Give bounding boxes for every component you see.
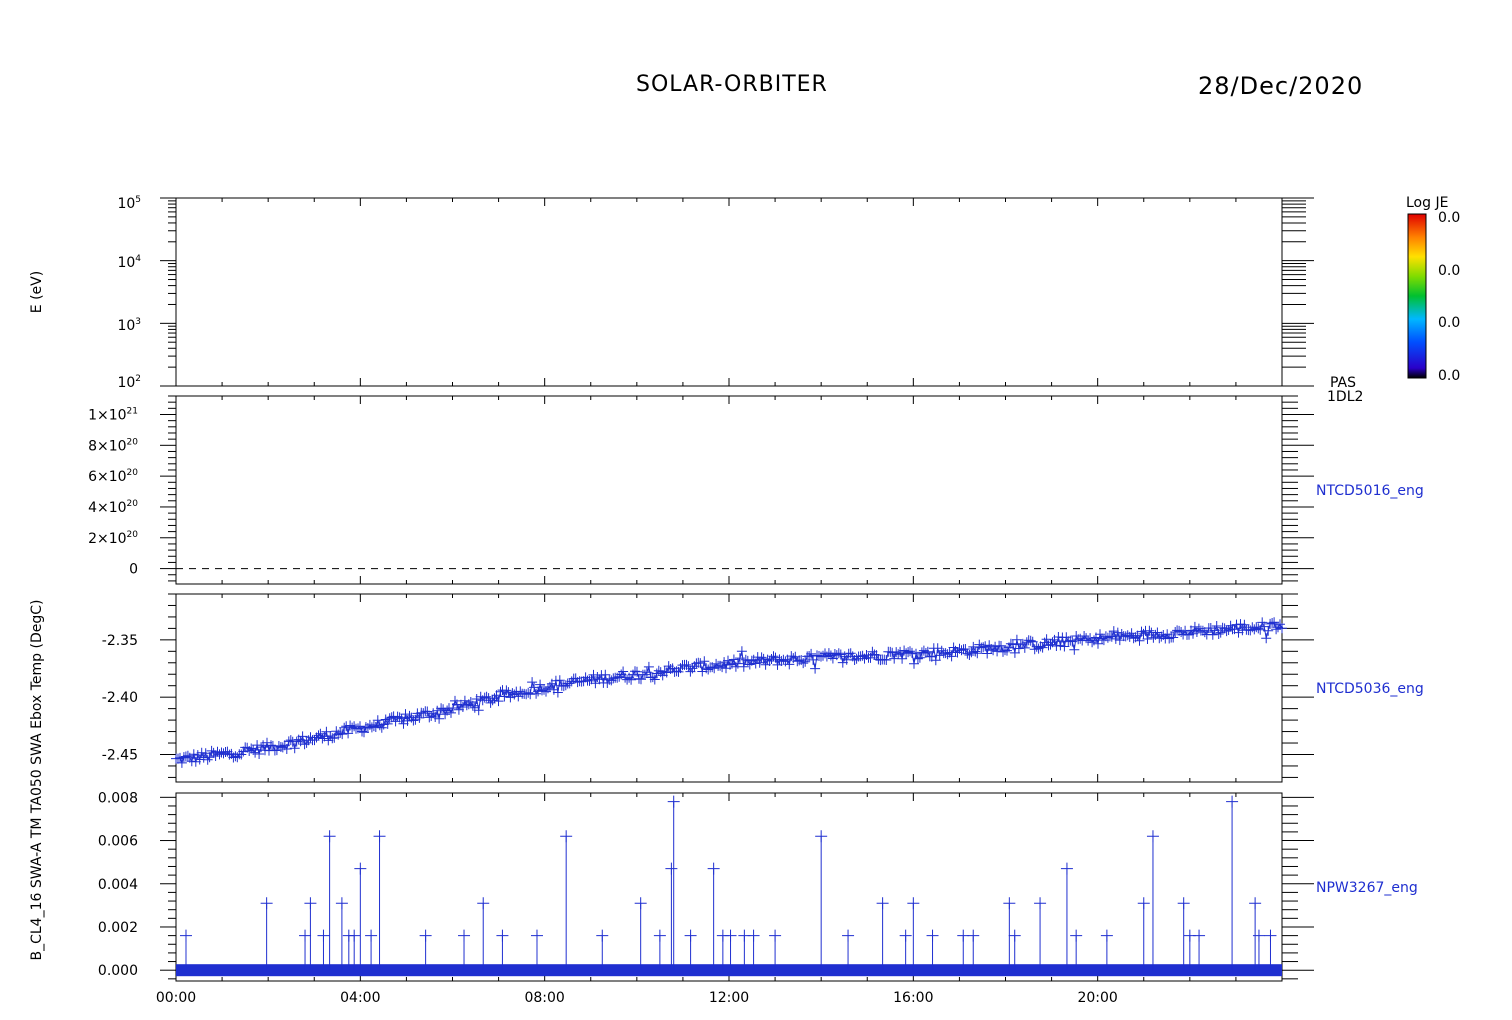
spike-marker [653,929,666,942]
y-tick-label: 2×1020 [88,530,138,547]
panel-frame [175,395,1283,585]
spike-marker [348,929,361,942]
x-tick-label: 12:00 [709,990,749,1006]
chart-marks: 1×1021 8×1020 6×1020 4×1020 2×1020 0 -2.35 -2.4… [88,197,1314,1006]
y-tick-label: 0.006 [98,834,138,850]
stacked-timeseries-plot: Log JE 0.0 0.0 0.0 0.0 105 104 103 102 E… [29,195,1460,1006]
spike-marker [926,929,939,942]
spike-marker [1003,897,1016,910]
spike-marker [707,862,720,875]
spike-marker [684,929,697,942]
spike-marker [1100,929,1113,942]
spike-marker [1249,897,1262,910]
panel-side-label: NTCD5036_eng [1316,681,1424,697]
panel-frame [175,593,1283,783]
y-tick-label: 0.004 [98,877,138,893]
spike-marker [667,795,680,808]
colorbar [1407,213,1427,379]
spike-marker [179,929,192,942]
x-tick-label: 00:00 [156,990,196,1006]
spike-marker [1193,929,1206,942]
y-tick-label: 1×1021 [88,406,138,423]
spike-marker [477,897,490,910]
x-tick-label: 16:00 [893,990,933,1006]
panel-npw3267: NPW3267_eng [175,792,1418,982]
spike-marker [560,830,573,843]
spike-marker [260,897,273,910]
spike-marker [769,929,782,942]
y-tick-label: 0.000 [98,963,138,979]
spike-marker [842,929,855,942]
spike-marker [899,929,912,942]
spike-marker [1034,897,1047,910]
colorbar-label: 0.0 [1438,210,1460,226]
y-tick-label: -2.45 [102,747,138,763]
y-tick-label: 6×1020 [88,468,138,485]
spike-marker [1177,897,1190,910]
y-axis-label: B_CL4_16 SWA-A TM TA050 SWA Ebox Temp (D… [29,600,45,961]
spike-marker [634,897,647,910]
panel-ntcd5016: NTCD5016_eng [175,395,1424,585]
spike-marker [1146,830,1159,843]
spike-marker [373,830,386,843]
spike-marker [335,897,348,910]
spike-marker [299,929,312,942]
spike-marker [419,929,432,942]
spike-marker [317,929,330,942]
y-tick-label: 102 [117,374,141,391]
y-tick-label: 0 [129,562,138,578]
y-tick-label: -2.35 [102,633,138,649]
y-tick-label: 4×1020 [88,499,138,516]
spike-marker [496,929,509,942]
spike-marker [304,897,317,910]
spike-marker [530,929,543,942]
spike-marker [747,929,760,942]
spike-marker [354,862,367,875]
spike-marker [1226,795,1239,808]
panel-frame [175,197,1283,387]
panel-ntcd5036: B_CL4_16 SWA-A TM TA050 SWA Ebox Temp (D… [29,593,1424,961]
temperature-series-markers [171,617,1287,768]
x-tick-label: 20:00 [1077,990,1117,1006]
spike-marker [907,897,920,910]
spike-marker [1060,862,1073,875]
spike-marker [596,929,609,942]
spike-marker [724,929,737,942]
x-tick-label: 04:00 [340,990,380,1006]
spike-marker [1070,929,1083,942]
panel-energy: 105 104 103 102 E (eV) PAS 1DL2 [29,195,1363,405]
y-tick-label: -2.40 [102,690,138,706]
panel-side-label: NPW3267_eng [1316,880,1418,896]
spike-marker [1264,929,1277,942]
spike-marker [1008,929,1021,942]
y-axis-label: E (eV) [29,271,45,313]
panel-side-label: 1DL2 [1327,389,1363,405]
colorbar-label: 0.0 [1438,315,1460,331]
y-tick-label: 0.008 [98,790,138,806]
y-tick-label: 103 [117,317,141,334]
panel-side-label: NTCD5016_eng [1316,483,1424,499]
spike-marker [323,830,336,843]
y-tick-label: 0.002 [98,920,138,936]
spike-marker [365,929,378,942]
spike-marker [967,929,980,942]
spike-marker [815,830,828,843]
colorbar-title: Log JE [1406,195,1448,211]
colorbar-label: 0.0 [1438,263,1460,279]
y-tick-label: 104 [117,254,141,271]
spike-marker [458,929,471,942]
x-tick-label: 08:00 [524,990,564,1006]
y-tick-label: 105 [117,195,141,212]
spike-marker [876,897,889,910]
y-tick-label: 8×1020 [88,437,138,454]
spike-marker [665,862,678,875]
spike-marker [1137,897,1150,910]
colorbar-label: 0.0 [1438,368,1460,384]
